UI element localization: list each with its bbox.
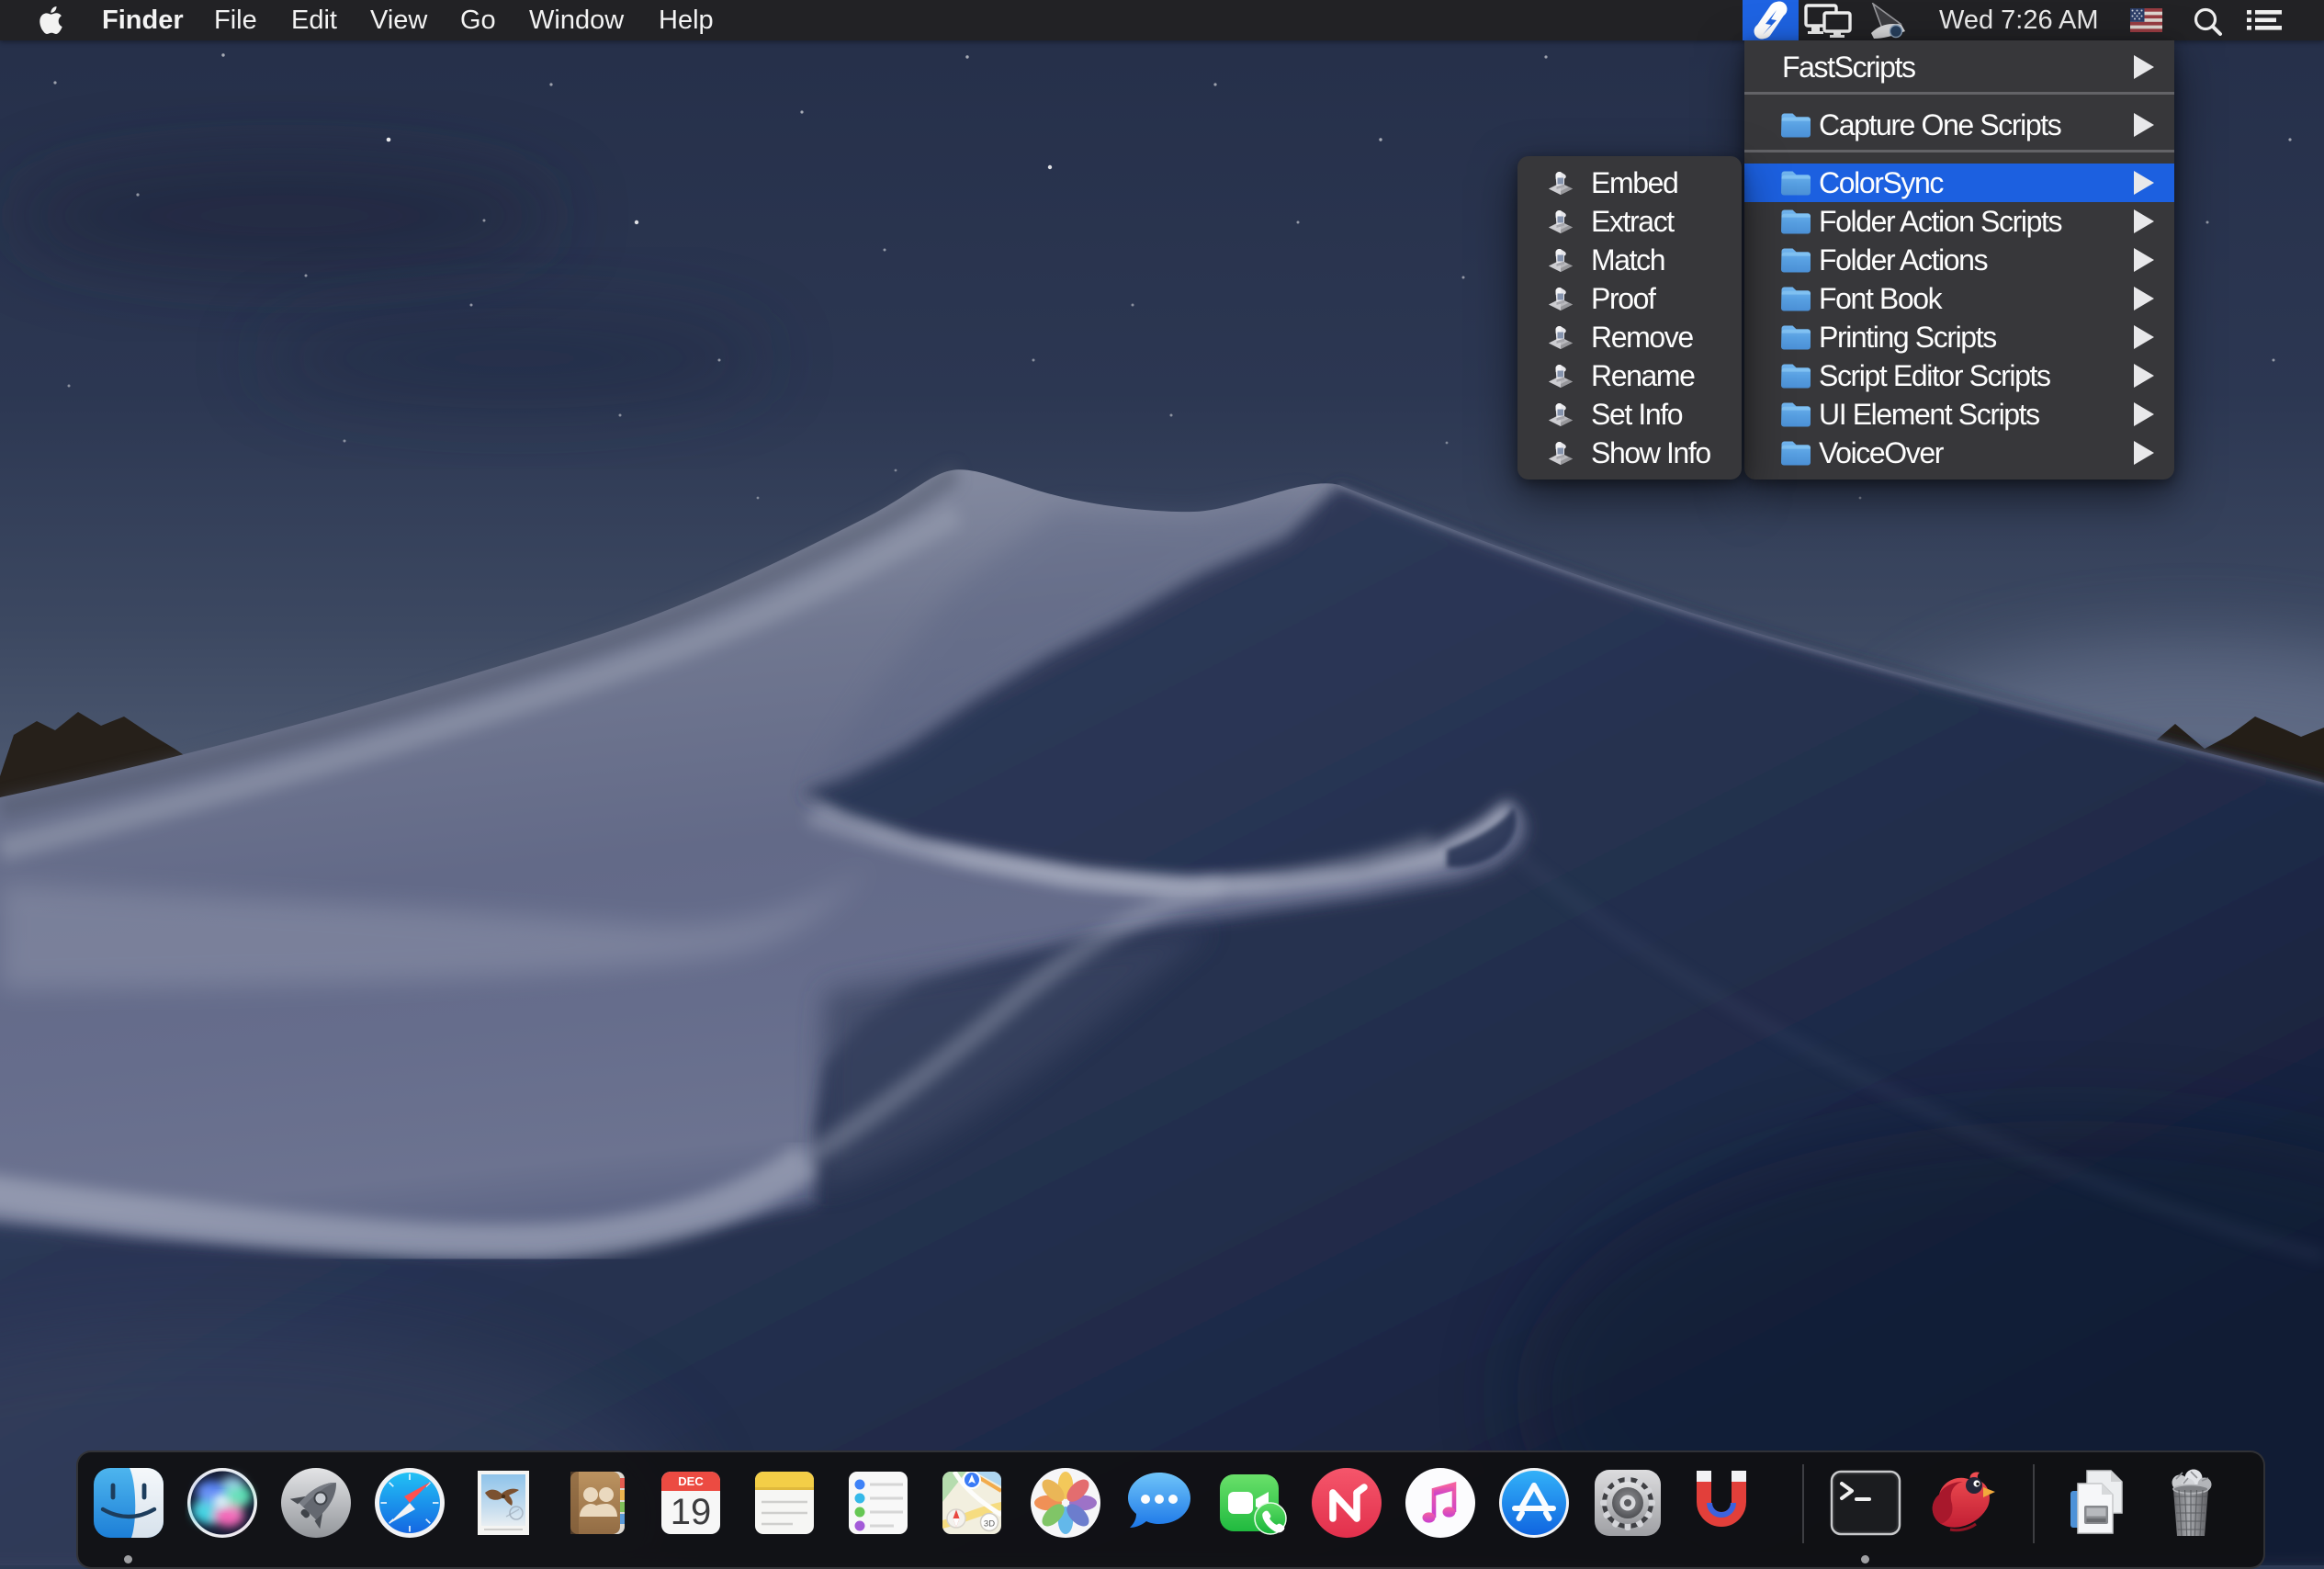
- svg-text:DEC: DEC: [678, 1474, 704, 1488]
- svg-text:3D: 3D: [984, 1519, 995, 1529]
- svg-text:19: 19: [671, 1492, 712, 1532]
